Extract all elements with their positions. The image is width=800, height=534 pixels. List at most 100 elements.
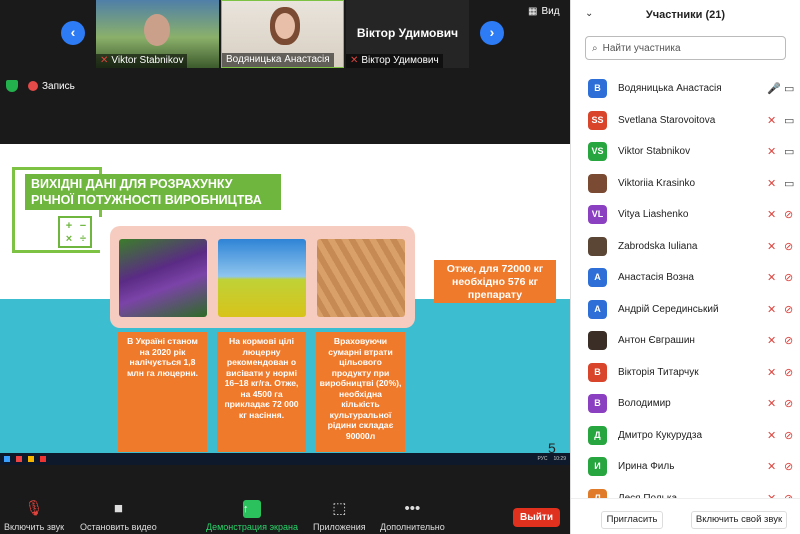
avatar [588, 173, 607, 193]
prev-page-arrow-icon[interactable]: ‹ [61, 21, 85, 45]
mic-muted-icon: ✕ [767, 146, 777, 158]
mic-muted-icon: ✕ [767, 429, 777, 442]
security-shield-icon[interactable] [6, 80, 18, 92]
info-box: В Україні станом на 2020 рік налічується… [118, 332, 207, 452]
video-off-icon: ⊘ [784, 429, 794, 442]
video-off-icon: ⊘ [784, 461, 794, 473]
panel-header: ⌄ Участники (21) [571, 0, 800, 30]
mic-muted-icon: ✕ [767, 272, 777, 284]
video-off-icon: ⊘ [784, 209, 794, 221]
avatar [588, 236, 607, 256]
apps-icon: ⬚ [332, 500, 347, 517]
windows-start-icon [4, 456, 10, 462]
participant-list: В Водяницька Анастасія 🎤 ▭ SS Svetlana Starov… [571, 62, 800, 498]
avatar: Д [588, 425, 607, 445]
participants-panel: ⌄ Участники (21) ⌕ Найти участника В Водя… [570, 0, 800, 534]
avatar: В [588, 79, 607, 98]
video-off-icon: ⊘ [784, 366, 794, 379]
video-off-icon: ⊘ [784, 240, 794, 253]
participant-name: Zabrodska Iuliana [618, 240, 698, 252]
mic-muted-icon: 🎙 [24, 500, 44, 517]
mic-off-icon: ✕ [100, 55, 109, 66]
participant-name: Вікторія Титарчук [618, 366, 699, 378]
video-camera-icon: ▭ [784, 177, 795, 190]
invite-button[interactable]: Пригласить [601, 511, 663, 529]
video-camera-icon: ▭ [784, 83, 795, 95]
participant-name: Svetlana Starovoitova [618, 114, 716, 126]
participant-face [144, 14, 170, 46]
zoom-window: ‹ ✕ Viktor Stabnikov Водяницька Анастасія… [0, 0, 800, 534]
active-speaker-tile[interactable]: Водяницька Анастасія [221, 0, 344, 68]
unmute-self-button[interactable]: Включить свой звук [691, 511, 787, 529]
mic-muted-icon: ✕ [767, 461, 777, 473]
participant-row[interactable]: А Анастасія Возна ✕ ⊘ [571, 262, 800, 293]
participant-row[interactable]: Антон Євграшин ✕ ⊘ [571, 325, 800, 356]
tile-name: Водяницька Анастасія [222, 53, 334, 67]
video-off-icon: ⊘ [784, 335, 794, 347]
avatar: Л [588, 488, 607, 498]
participant-row[interactable]: ЛЛеся Полька✕⊘ [571, 483, 800, 498]
participant-row[interactable]: Zabrodska Iuliana ✕ ⊘ [571, 231, 800, 262]
more-dots-icon: ••• [404, 500, 421, 517]
participant-name: Viktoriia Krasinko [618, 177, 696, 189]
view-button[interactable]: ▦ Вид [528, 6, 560, 17]
taskbar-time: 10:29 [553, 456, 566, 462]
participant-row[interactable]: В Водяницька Анастасія 🎤 ▭ [571, 73, 800, 104]
panel-footer: Пригласить Включить свой звук [571, 498, 800, 534]
video-off-icon: ⊘ [784, 303, 794, 316]
recording-indicator[interactable]: Запись [28, 81, 75, 92]
meeting-area: ‹ ✕ Viktor Stabnikov Водяницька Анастасія… [0, 0, 570, 534]
unmute-button[interactable]: 🎙 Включить звук [4, 500, 64, 532]
status-row: Запись [6, 80, 75, 92]
share-screen-icon: ↑ [242, 500, 261, 518]
mic-muted-icon: ✕ [767, 240, 777, 253]
participant-face [275, 13, 295, 39]
participant-name: Viktor Stabnikov [618, 146, 691, 157]
page-number: 5 [548, 440, 556, 453]
participant-row[interactable]: Д Дмитро Кукурудза ✕ ⊘ [571, 420, 800, 451]
video-camera-icon: ▭ [784, 114, 795, 127]
leave-button[interactable]: Выйти [513, 508, 560, 527]
participant-row[interactable]: В Вікторія Титарчук ✕ ⊘ [571, 357, 800, 388]
video-tile[interactable]: ✕ Viktor Stabnikov [96, 0, 219, 68]
participant-row[interactable]: И Ирина Филь ✕ ⊘ [571, 451, 800, 482]
participant-row[interactable]: SS Svetlana Starovoitova ✕ ▭ [571, 105, 800, 136]
video-camera-icon: ▭ [784, 146, 795, 158]
app-icon [28, 456, 34, 462]
next-page-arrow-icon[interactable]: › [480, 21, 504, 45]
avatar: В [588, 362, 607, 382]
panel-title: Участники (21) [645, 9, 726, 21]
chevron-down-icon[interactable]: ⌄ [585, 8, 593, 19]
record-icon [28, 80, 38, 91]
avatar: VS [588, 142, 607, 161]
mic-muted-icon: ✕ [767, 335, 777, 347]
video-tile[interactable]: Віктор Удимович ✕ Віктор Удимович [346, 0, 469, 68]
participant-row[interactable]: А Андрій Серединський ✕ ⊘ [571, 294, 800, 325]
mic-muted-icon: ✕ [767, 114, 777, 127]
avatar: В [588, 394, 607, 413]
avatar: А [588, 268, 607, 287]
participant-name: Володимир [618, 398, 671, 409]
participant-row[interactable]: Viktoriia Krasinko ✕ ▭ [571, 168, 800, 199]
mic-muted-icon: ✕ [767, 209, 777, 221]
grid-icon: ▦ [528, 6, 538, 17]
taskbar-language: РУС [537, 456, 548, 462]
participant-search-input[interactable]: ⌕ Найти участника [585, 36, 786, 60]
more-button[interactable]: ••• Дополнительно [380, 500, 445, 532]
avatar: А [588, 299, 607, 319]
share-screen-button[interactable]: ↑ Демонстрация экрана [206, 500, 298, 532]
avatar [588, 331, 607, 350]
participant-row[interactable]: VL Vitya Liashenko ✕ ⊘ [571, 199, 800, 230]
tile-name: ✕ Viktor Stabnikov [96, 54, 188, 68]
field-photo [218, 239, 306, 317]
shared-taskbar: РУС 10:29 [0, 453, 570, 465]
avatar: VL [588, 205, 607, 224]
stop-video-button[interactable]: ■ Остановить видео [80, 500, 157, 532]
mic-muted-icon: ✕ [767, 366, 777, 379]
apps-button[interactable]: ⬚ Приложения [313, 500, 366, 532]
participant-name: Водяницька Анастасія [618, 83, 722, 94]
app-icon [16, 456, 22, 462]
video-off-icon: ⊘ [784, 272, 794, 284]
participant-row[interactable]: VS Viktor Stabnikov ✕ ▭ [571, 136, 800, 167]
participant-row[interactable]: В Володимир ✕ ⊘ [571, 388, 800, 419]
